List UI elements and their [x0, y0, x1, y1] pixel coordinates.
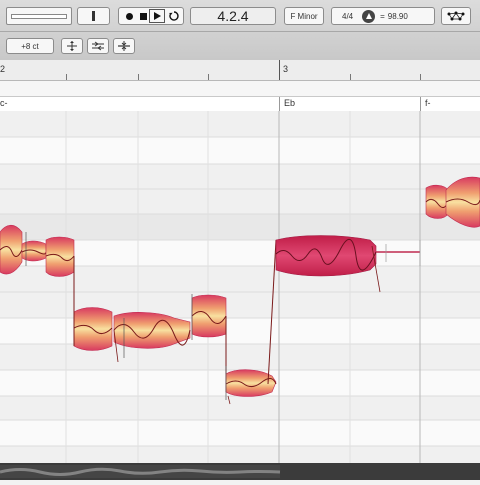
ruler-bar-2: 2 [0, 64, 6, 74]
note-editor-canvas[interactable] [0, 111, 480, 463]
chord-track[interactable]: c- Eb f- [0, 96, 480, 112]
toolbar-divider [0, 31, 480, 32]
time-signature: 4/4 [342, 11, 354, 21]
pitch-offset-field[interactable]: +8 ct [6, 38, 54, 54]
play-icon[interactable] [149, 9, 165, 23]
key-label: F Minor [290, 11, 318, 21]
chord-f-minor[interactable]: f- [425, 98, 431, 108]
position-display: 4.2.4 [190, 7, 276, 25]
input-toggle-icon [92, 11, 95, 21]
formant-tool-button[interactable] [87, 38, 109, 54]
tempo-equals: = [380, 11, 385, 21]
chord-c-minor[interactable]: c- [0, 98, 8, 108]
ruler-tick [208, 74, 209, 80]
volume-slider-track [11, 13, 67, 19]
chord-divider [279, 97, 280, 111]
timeline-ruler[interactable]: 2 3 [0, 60, 480, 81]
center-pitch-tool-button[interactable] [113, 38, 135, 54]
pitch-lanes [0, 111, 480, 463]
key-selector[interactable]: F Minor [284, 7, 324, 25]
tempo-display[interactable]: 4/4 = 98.90 [331, 7, 435, 25]
ruler-tick [420, 74, 421, 80]
ruler-bar-3-tick [279, 60, 280, 80]
chord-divider [420, 97, 421, 111]
pitch-offset-value: +8 ct [21, 41, 39, 51]
chord-eb[interactable]: Eb [284, 98, 295, 108]
pitch-tool-button[interactable] [61, 38, 83, 54]
ruler-tick [66, 74, 67, 80]
note-blob[interactable] [0, 224, 23, 275]
note-blob[interactable] [425, 184, 449, 219]
note-blob[interactable] [45, 236, 75, 277]
loop-icon[interactable] [166, 9, 182, 23]
tempo-value: 98.90 [387, 11, 408, 21]
network-icon [447, 11, 465, 21]
note-editor[interactable] [0, 111, 480, 463]
ruler-spacer [0, 81, 480, 96]
input-toggle-button[interactable] [77, 7, 110, 25]
formant-tool-icon [92, 41, 104, 51]
center-pitch-tool-icon [118, 41, 130, 51]
ruler-bar-3: 3 [283, 64, 289, 74]
top-toolbar: 4.2.4 F Minor 4/4 = 98.90 +8 ct [0, 0, 480, 61]
network-button[interactable] [441, 7, 471, 25]
overview-strip[interactable] [0, 463, 480, 480]
overview-waveform [0, 465, 281, 478]
position-value: 4.2.4 [217, 8, 249, 24]
volume-slider[interactable] [6, 7, 72, 25]
ruler-tick [138, 74, 139, 80]
pitch-tool-icon [67, 41, 77, 51]
metronome-icon[interactable] [362, 9, 376, 23]
ruler-tick [350, 74, 351, 80]
